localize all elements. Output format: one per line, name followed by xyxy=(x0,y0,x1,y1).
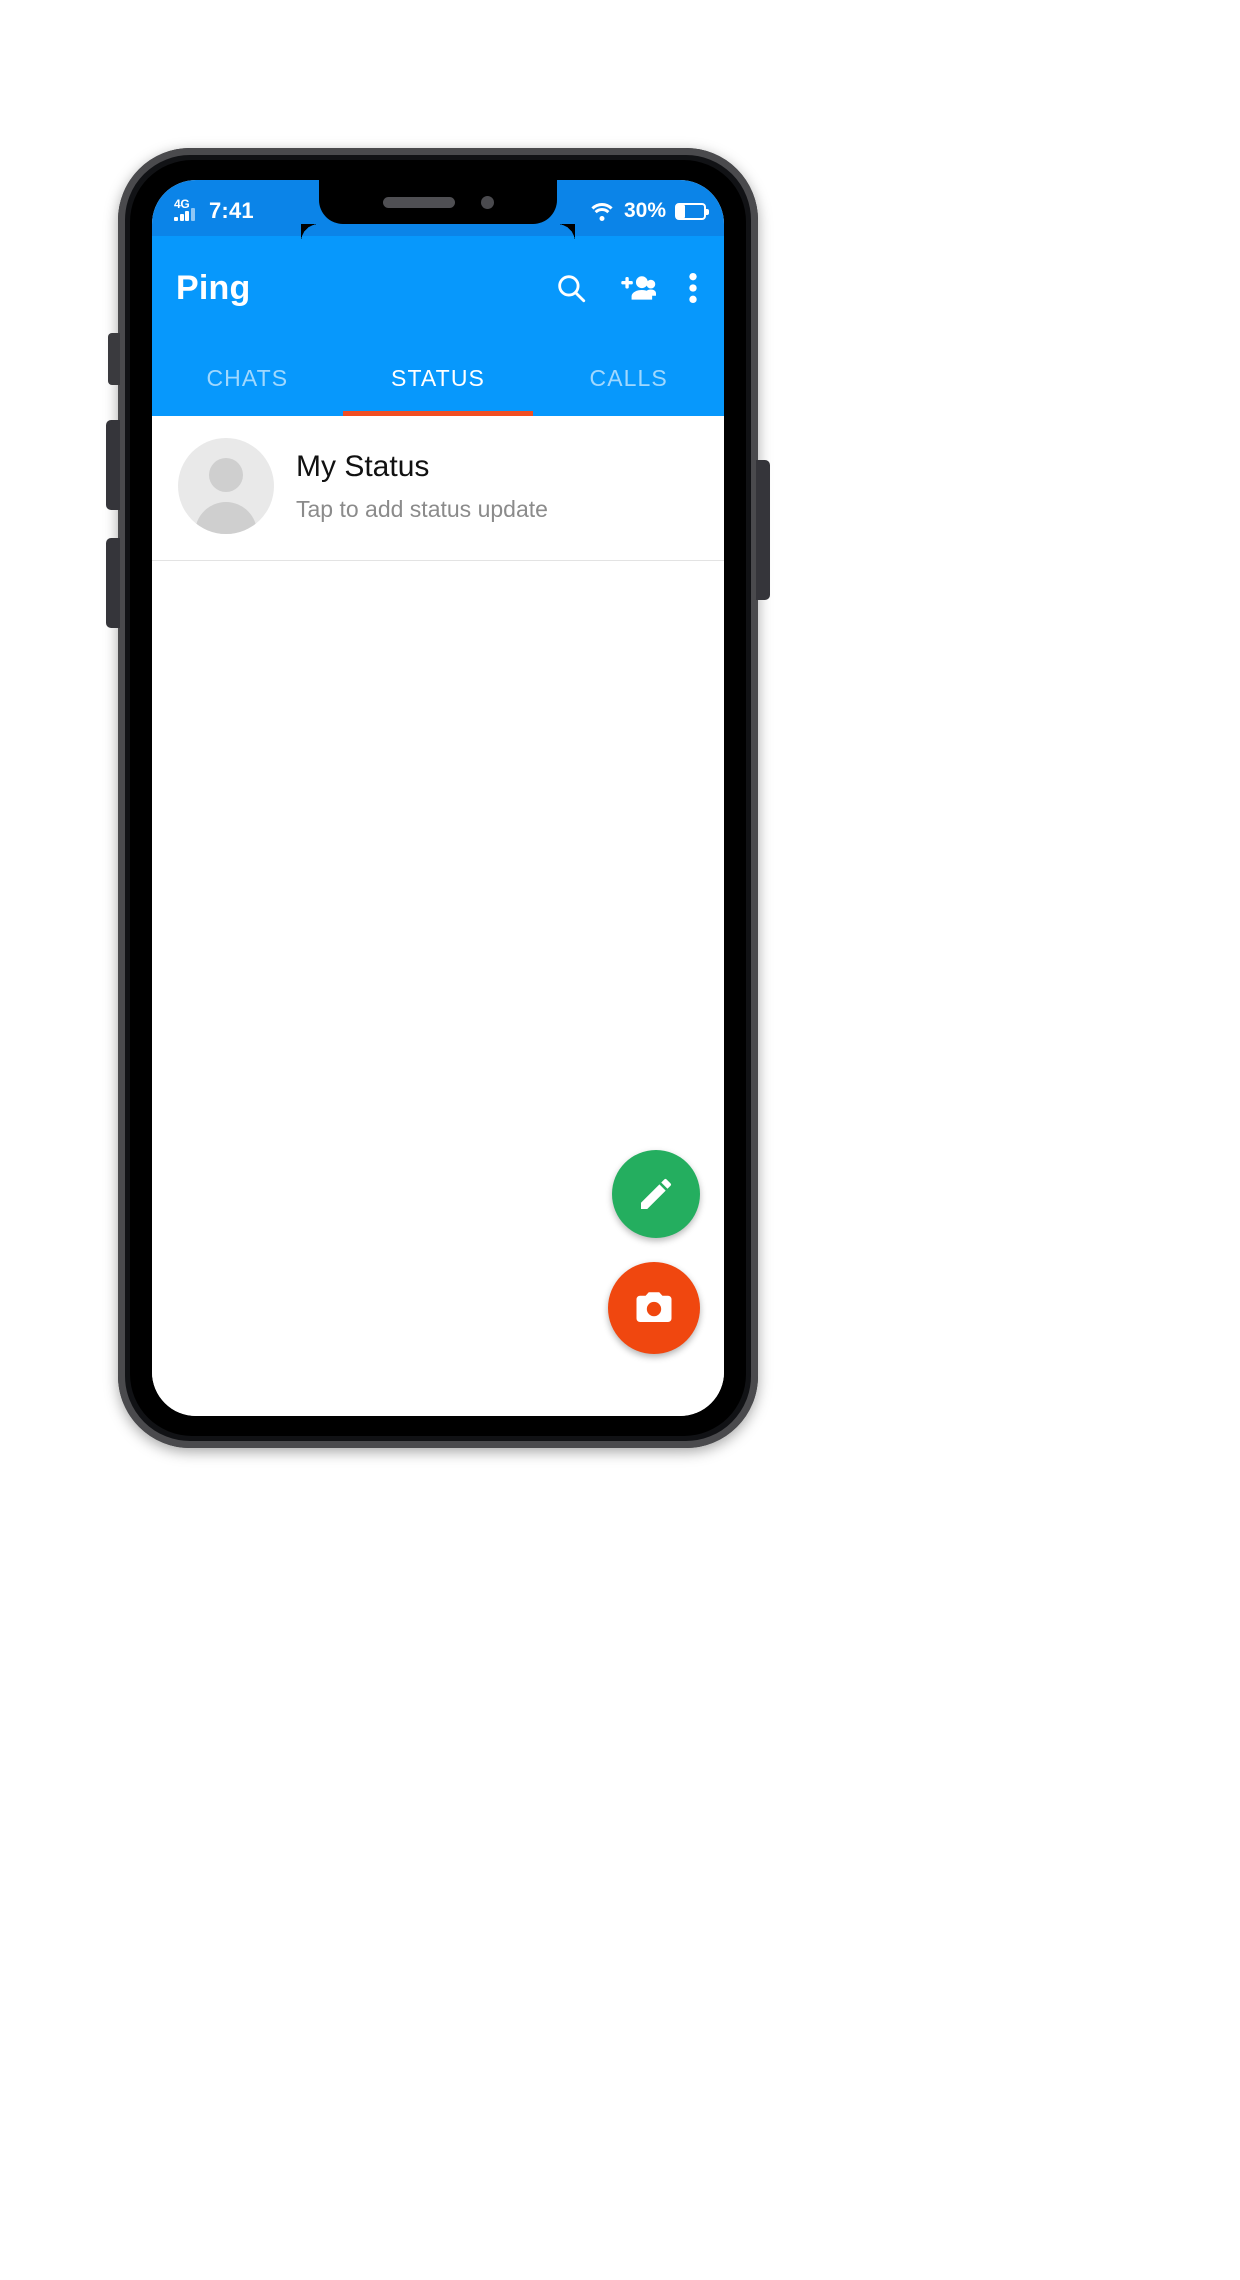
status-tab-content: My Status Tap to add status update xyxy=(152,416,724,1416)
power-button[interactable] xyxy=(756,460,770,600)
my-status-text: My Status Tap to add status update xyxy=(296,450,548,523)
status-bar-left: 4G 7:41 xyxy=(174,198,254,224)
tab-chats[interactable]: CHATS xyxy=(152,340,343,416)
phone-notch xyxy=(319,180,557,224)
list-divider xyxy=(152,560,724,561)
search-icon[interactable] xyxy=(554,271,588,305)
my-status-title: My Status xyxy=(296,449,430,483)
mute-switch-button[interactable] xyxy=(108,333,120,385)
tab-calls[interactable]: CALLS xyxy=(533,340,724,416)
avatar[interactable] xyxy=(178,438,274,534)
my-status-row[interactable]: My Status Tap to add status update xyxy=(152,416,724,560)
pencil-icon xyxy=(641,1178,672,1209)
app-title: Ping xyxy=(176,268,251,307)
battery-icon xyxy=(675,202,709,220)
app-bar: Ping xyxy=(152,236,724,340)
add-person-icon[interactable] xyxy=(620,271,656,305)
camera-icon xyxy=(636,1292,672,1322)
tab-status[interactable]: STATUS xyxy=(343,340,534,416)
earpiece-speaker xyxy=(382,196,455,208)
notch-corner-right xyxy=(557,224,575,242)
tab-bar: CHATS STATUS CALLS xyxy=(152,340,724,416)
status-bar-right: 30% xyxy=(587,199,709,223)
wifi-icon xyxy=(587,202,618,221)
phone-screen: 4G 7:41 30% Ping CHATS STATUS CALLS My S… xyxy=(152,180,724,1416)
battery-percent-label: 30% xyxy=(623,199,666,222)
edit-fab[interactable] xyxy=(612,1150,700,1238)
signal-bars-icon: 4G xyxy=(174,198,200,223)
front-camera-icon xyxy=(480,195,494,209)
my-status-subtitle: Tap to add status update xyxy=(296,495,548,522)
notch-corner-left xyxy=(301,224,319,242)
app-bar-actions xyxy=(554,271,702,305)
volume-up-button[interactable] xyxy=(106,420,120,510)
overflow-menu-icon[interactable] xyxy=(688,271,698,305)
camera-fab[interactable] xyxy=(608,1262,700,1354)
phone-frame: 4G 7:41 30% Ping CHATS STATUS CALLS My S… xyxy=(106,148,770,1448)
volume-down-button[interactable] xyxy=(106,538,120,628)
status-bar: 4G 7:41 30% xyxy=(152,180,724,242)
status-bar-clock: 7:41 xyxy=(209,198,254,223)
